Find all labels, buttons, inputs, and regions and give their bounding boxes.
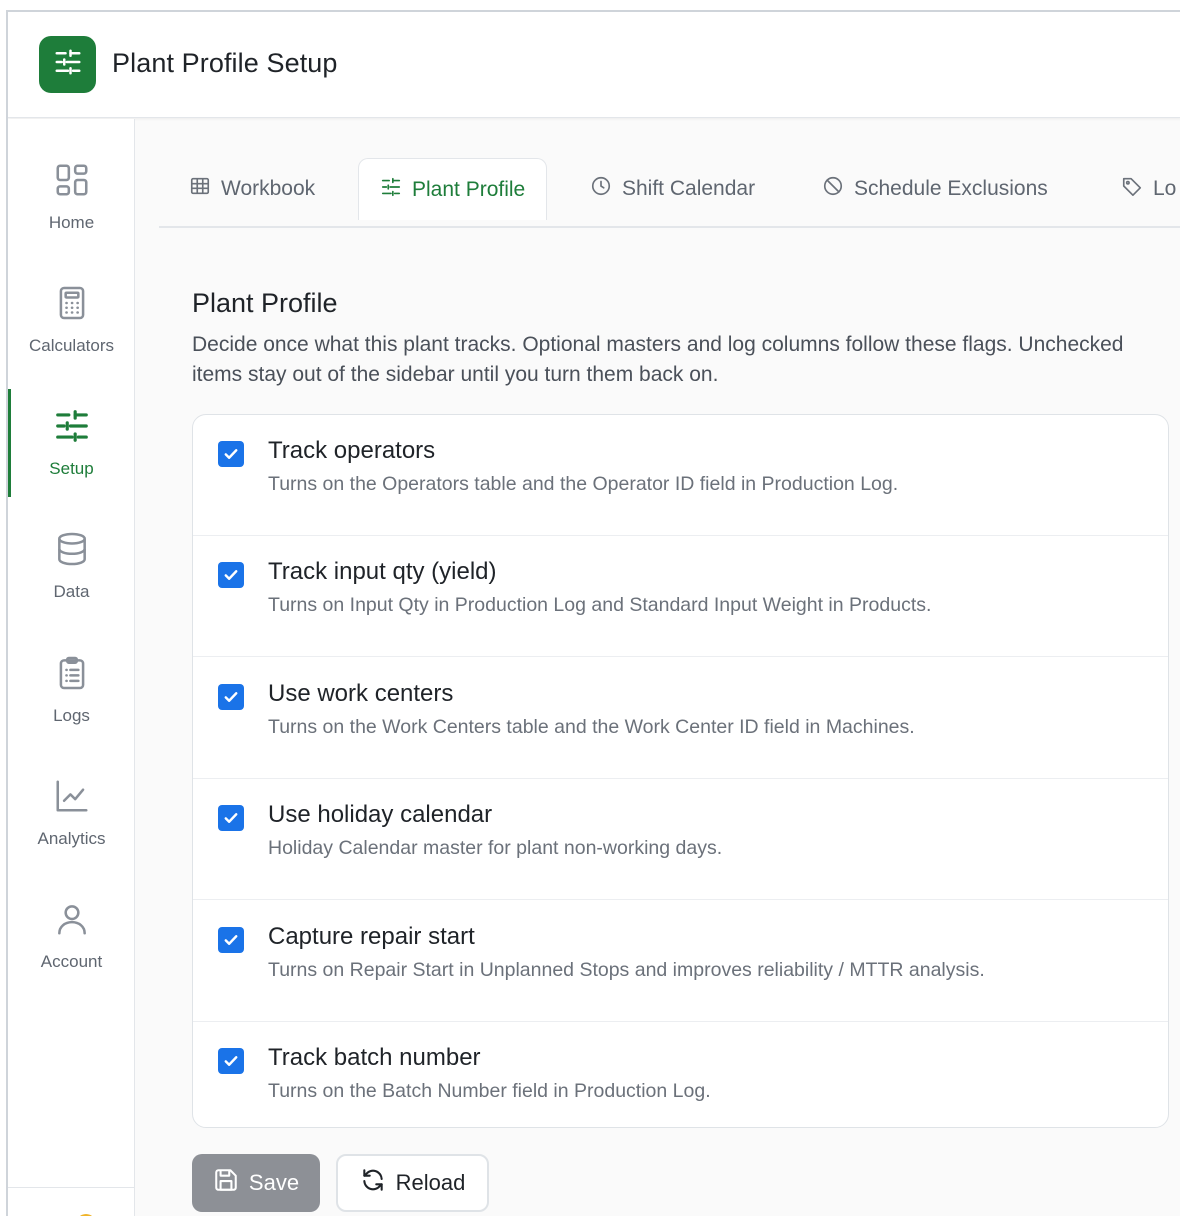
option-row-track-operators: Track operators Turns on the Operators t… [193,415,1168,536]
reload-button[interactable]: Reload [336,1154,489,1212]
sidebar-item-label: Data [53,582,90,601]
sidebar-item-logs[interactable]: Logs [8,652,135,762]
option-row-use-holiday-calendar: Use holiday calendar Holiday Calendar ma… [193,779,1168,900]
checkbox-track-operators[interactable] [218,441,244,467]
option-title: Capture repair start [268,923,475,950]
sidebar-item-data[interactable]: Data [8,528,135,638]
option-description: Turns on the Work Centers table and the … [268,716,915,738]
clock-icon [590,175,612,203]
table-icon [189,175,211,203]
checkbox-track-batch-number[interactable] [218,1048,244,1074]
sidebar: Home Calculators Setup Data Logs Analyti… [8,119,135,1216]
calculator-icon [53,282,91,324]
option-description: Turns on the Operators table and the Ope… [268,473,899,495]
tab-bar: Workbook Plant Profile Shift Calendar Sc… [159,158,1180,228]
tag-icon [1121,175,1143,203]
option-description: Holiday Calendar master for plant non-wo… [268,837,723,859]
option-row-track-batch-number: Track batch number Turns on the Batch Nu… [193,1022,1168,1127]
sidebar-item-account[interactable]: Account [8,898,135,1008]
sliders-icon [53,405,91,447]
sidebar-item-label: Calculators [28,336,115,355]
option-row-capture-repair-start: Capture repair start Turns on Repair Sta… [193,901,1168,1022]
tab-label: Lo [1153,176,1177,200]
tab-plant-profile[interactable]: Plant Profile [358,158,548,220]
user-icon [53,898,91,940]
checkbox-track-input-qty[interactable] [218,562,244,588]
refresh-icon [360,1167,386,1199]
reload-button-label: Reload [395,1170,466,1195]
option-title: Track batch number [268,1044,481,1071]
sidebar-item-label: Analytics [37,829,106,848]
grid-icon [53,159,91,201]
tab-label: Schedule Exclusions [854,176,1048,200]
sidebar-item-label: Account [40,952,103,971]
option-title: Use holiday calendar [268,801,493,828]
checkbox-capture-repair-start[interactable] [218,927,244,953]
options-card: Track operators Turns on the Operators t… [192,414,1169,1128]
floppy-disk-icon [213,1167,239,1199]
tab-schedule-exclusions[interactable]: Schedule Exclusions [822,158,1048,219]
save-button[interactable]: Save [192,1154,320,1212]
tab-label: Plant Profile [412,177,526,201]
tab-label: Workbook [221,176,316,200]
checkbox-use-work-centers[interactable] [218,684,244,710]
clipboard-list-icon [53,652,91,694]
app-header: Plant Profile Setup [8,12,1180,118]
sidebar-item-home[interactable]: Home [8,159,135,269]
database-icon [53,528,91,570]
sidebar-item-label: Setup [49,459,94,478]
sliders-icon [53,47,83,82]
sidebar-item-setup[interactable]: Setup [8,405,135,515]
option-row-use-work-centers: Use work centers Turns on the Work Cente… [193,658,1168,779]
checkbox-use-holiday-calendar[interactable] [218,805,244,831]
section-description: Decide once what this plant tracks. Opti… [192,333,1124,386]
sidebar-item-label: Home [48,213,95,232]
section-title: Plant Profile [192,288,338,318]
sidebar-item-label: Logs [53,706,90,725]
line-chart-icon [53,775,91,817]
app-logo [39,36,96,93]
sidebar-item-calculators[interactable]: Calculators [8,282,135,392]
option-description: Turns on Input Qty in Production Log and… [268,594,932,616]
tab-shift-calendar[interactable]: Shift Calendar [590,158,755,219]
tab-logs-partial[interactable]: Lo [1121,158,1176,219]
ban-icon [822,175,844,203]
tab-workbook[interactable]: Workbook [189,158,315,219]
sliders-icon [380,176,402,204]
tab-label: Shift Calendar [622,176,756,200]
sidebar-divider [8,1187,135,1188]
option-title: Track input qty (yield) [268,558,497,585]
save-button-label: Save [248,1170,300,1195]
option-row-track-input-qty: Track input qty (yield) Turns on Input Q… [193,536,1168,657]
option-description: Turns on the Batch Number field in Produ… [268,1080,711,1102]
option-title: Track operators [268,437,436,464]
app-window: Plant Profile Setup Home Calculators Set… [6,10,1180,1216]
option-description: Turns on Repair Start in Unplanned Stops… [268,959,985,981]
sidebar-item-analytics[interactable]: Analytics [8,775,135,885]
app-title: Plant Profile Setup [112,48,338,78]
option-title: Use work centers [268,680,454,707]
